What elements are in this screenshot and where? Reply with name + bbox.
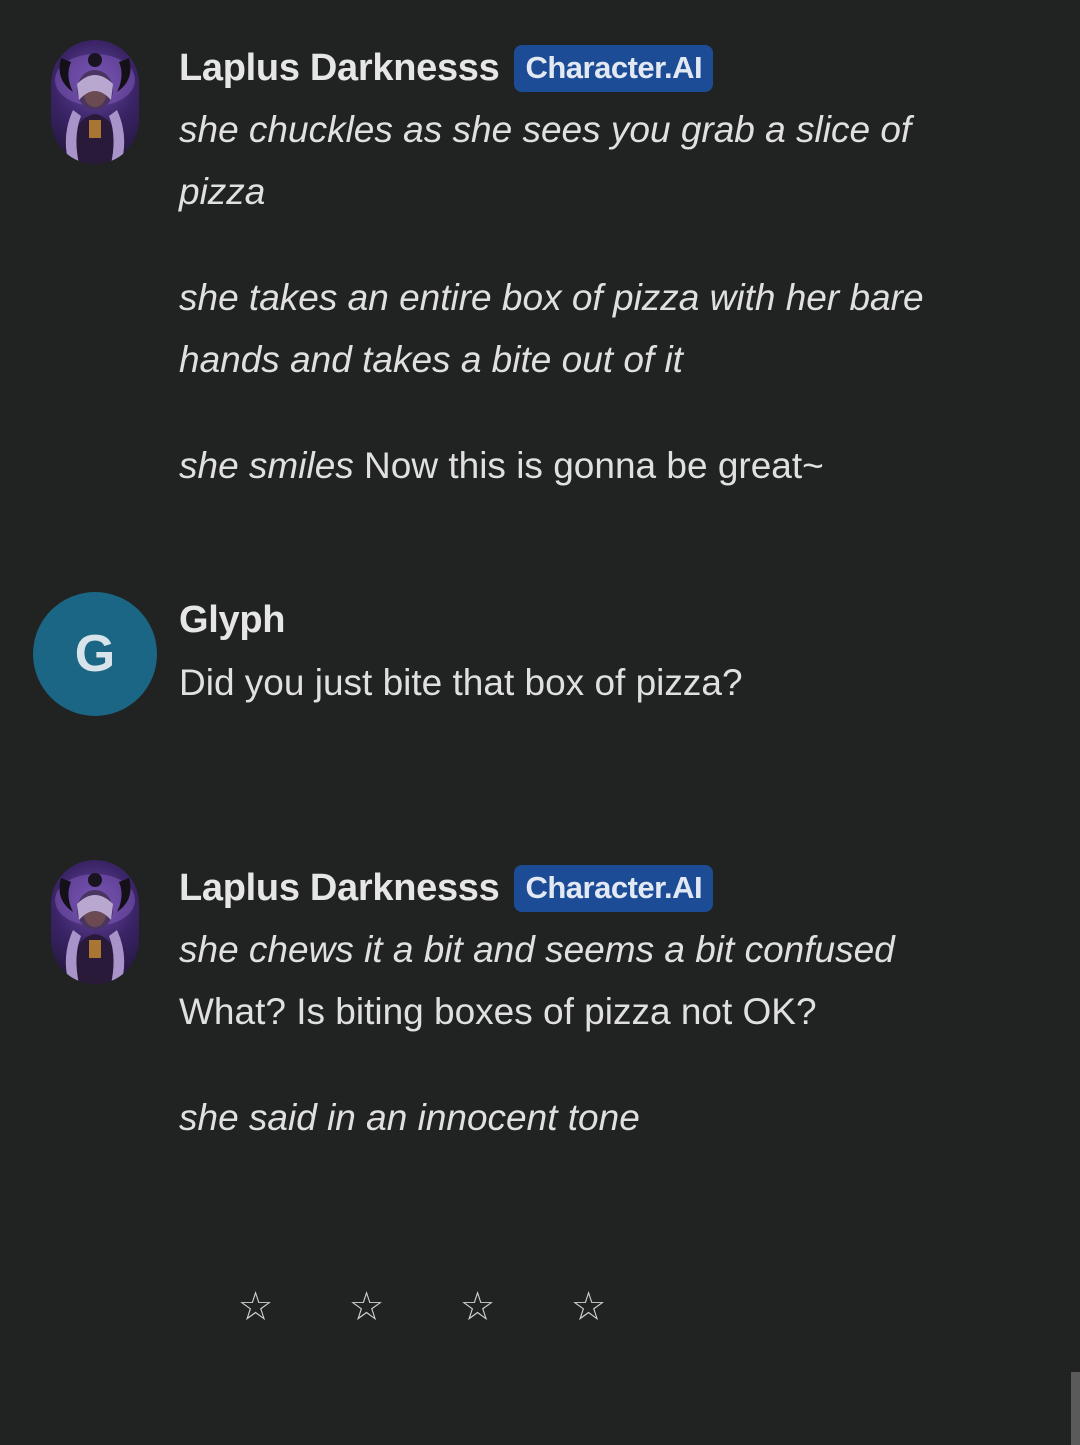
action-text: she smiles [179,445,354,486]
speech-text: What? Is biting boxes of pizza not OK? [179,991,817,1032]
star-outline-icon[interactable]: ☆ [200,1284,311,1330]
speech-text: Now this is gonna be great~ [353,445,824,486]
scrollbar-thumb[interactable] [1071,1372,1080,1445]
action-text: she takes an entire box of pizza with he… [179,277,924,380]
message-header: Glyph [179,593,285,647]
star-outline-icon[interactable]: ☆ [311,1284,422,1330]
author-name[interactable]: Laplus Darknesss [179,867,500,910]
star-outline-icon[interactable]: ☆ [533,1284,644,1330]
message-body: she chuckles as she sees you grab a slic… [179,99,939,497]
author-name[interactable]: Laplus Darknesss [179,47,500,90]
author-name[interactable]: Glyph [179,599,285,642]
message-paragraph: Did you just bite that box of pizza? [179,662,743,703]
message-header: Laplus Darknesss Character.AI [179,41,714,95]
user-avatar[interactable]: G [33,592,157,716]
message-paragraph: she chuckles as she sees you grab a slic… [179,99,939,223]
character-ai-badge: Character.AI [514,864,714,912]
message-body: she chews it a bit and seems a bit confu… [179,919,939,1149]
message-paragraph: she takes an entire box of pizza with he… [179,267,939,391]
character-ai-badge: Character.AI [514,44,714,92]
action-text: she chuckles as she sees you grab a slic… [179,109,912,212]
message-header: Laplus Darknesss Character.AI [179,861,714,915]
action-text: she said in an innocent tone [179,1097,640,1138]
message-paragraph: she said in an innocent tone [179,1087,939,1149]
message-body: Did you just bite that box of pizza? [179,652,939,714]
action-text: she chews it a bit and seems a bit confu… [179,929,895,970]
character-avatar[interactable] [51,40,139,164]
character-avatar[interactable] [51,860,139,984]
rating-stars: ☆ ☆ ☆ ☆ [200,1284,644,1330]
message-paragraph: she chews it a bit and seems a bit confu… [179,919,939,1043]
star-outline-icon[interactable]: ☆ [422,1284,533,1330]
message-paragraph: she smiles Now this is gonna be great~ [179,435,939,497]
